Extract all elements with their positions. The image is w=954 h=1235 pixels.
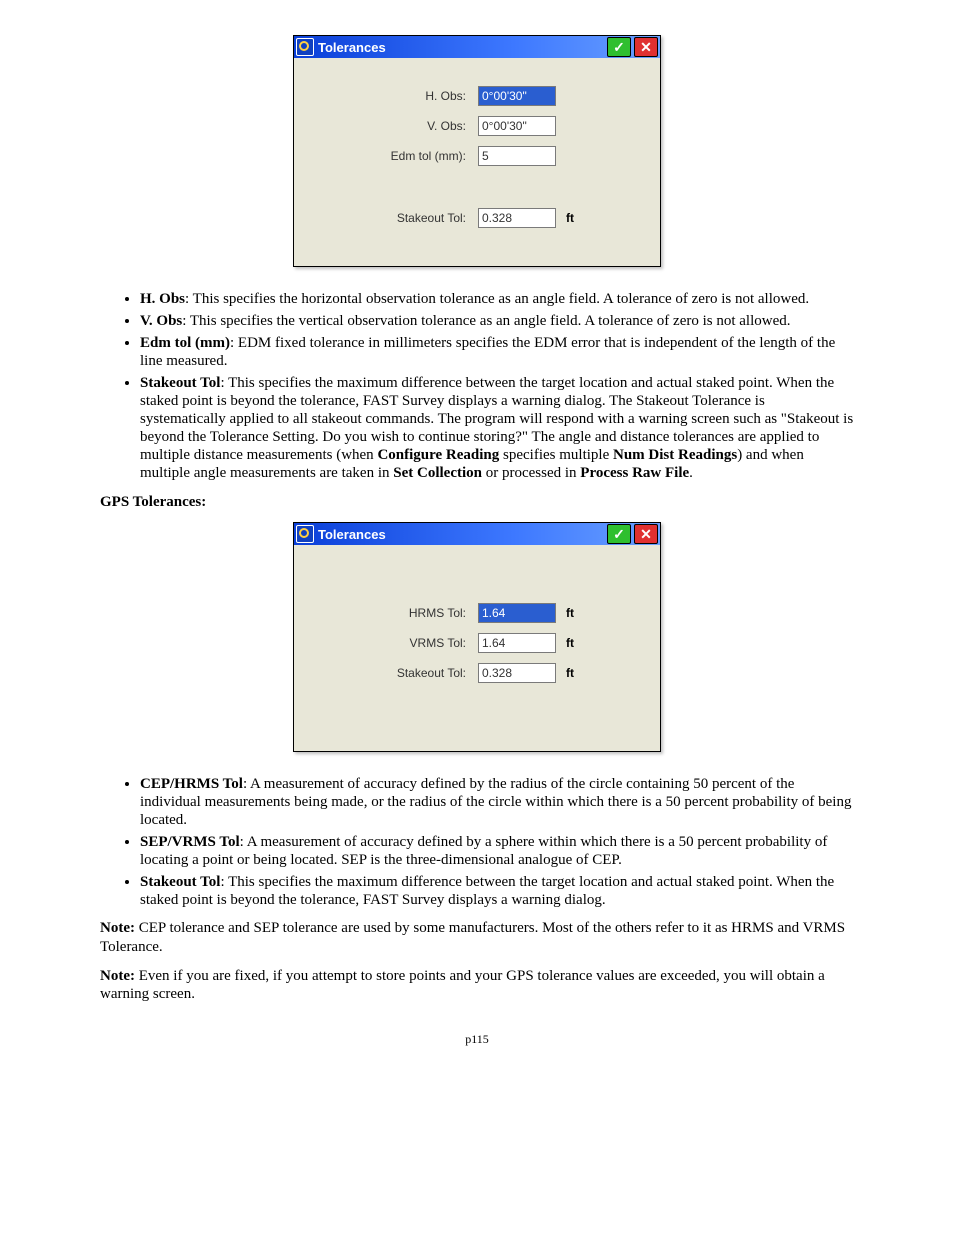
gps-tolerances-heading: GPS Tolerances: <box>100 494 854 511</box>
list-item: Edm tol (mm): EDM fixed tolerance in mil… <box>140 334 854 370</box>
list-item: H. Obs: This specifies the horizontal ob… <box>140 290 854 308</box>
bullets-1: H. Obs: This specifies the horizontal ob… <box>100 290 854 482</box>
dialog-body: H. Obs: 0°00'30" V. Obs: 0°00'30" Edm to… <box>294 58 660 266</box>
list-item: V. Obs: This specifies the vertical obse… <box>140 312 854 330</box>
vrms-tol-label: VRMS Tol: <box>306 636 478 650</box>
h-obs-input[interactable]: 0°00'30" <box>478 86 556 106</box>
v-obs-label: V. Obs: <box>306 119 478 133</box>
stakeout-tol-label: Stakeout Tol: <box>306 211 478 225</box>
bullets-2: CEP/HRMS Tol: A measurement of accuracy … <box>100 775 854 909</box>
ok-button[interactable]: ✓ <box>607 524 631 544</box>
note-1: Note: CEP tolerance and SEP tolerance ar… <box>100 919 854 957</box>
vrms-tol-input[interactable]: 1.64 <box>478 633 556 653</box>
page-number: p115 <box>25 1032 929 1047</box>
stakeout-tol-input[interactable]: 0.328 <box>478 208 556 228</box>
vrms-tol-unit: ft <box>566 636 574 650</box>
cancel-button[interactable]: ✕ <box>634 37 658 57</box>
list-item: Stakeout Tol: This specifies the maximum… <box>140 873 854 909</box>
hrms-tol-label: HRMS Tol: <box>306 606 478 620</box>
list-item: Stakeout Tol: This specifies the maximum… <box>140 374 854 482</box>
v-obs-input[interactable]: 0°00'30" <box>478 116 556 136</box>
dialog-body: HRMS Tol: 1.64 ft VRMS Tol: 1.64 ft Stak… <box>294 545 660 751</box>
edm-tol-label: Edm tol (mm): <box>306 149 478 163</box>
dialog-title: Tolerances <box>318 40 604 55</box>
stakeout-tol-label-2: Stakeout Tol: <box>306 666 478 680</box>
edm-tol-input[interactable]: 5 <box>478 146 556 166</box>
app-icon <box>296 525 314 543</box>
stakeout-tol-unit-2: ft <box>566 666 574 680</box>
tolerances-dialog-2: Tolerances ✓ ✕ HRMS Tol: 1.64 ft VRMS To… <box>293 522 661 752</box>
tolerances-dialog-1: Tolerances ✓ ✕ H. Obs: 0°00'30" V. Obs: … <box>293 35 661 267</box>
stakeout-tol-unit: ft <box>566 211 574 225</box>
stakeout-tol-input-2[interactable]: 0.328 <box>478 663 556 683</box>
note-2: Note: Even if you are fixed, if you atte… <box>100 967 854 1005</box>
ok-button[interactable]: ✓ <box>607 37 631 57</box>
dialog-title: Tolerances <box>318 527 604 542</box>
app-icon <box>296 38 314 56</box>
hrms-tol-unit: ft <box>566 606 574 620</box>
list-item: CEP/HRMS Tol: A measurement of accuracy … <box>140 775 854 829</box>
list-item: SEP/VRMS Tol: A measurement of accuracy … <box>140 833 854 869</box>
titlebar: Tolerances ✓ ✕ <box>294 523 660 545</box>
hrms-tol-input[interactable]: 1.64 <box>478 603 556 623</box>
titlebar: Tolerances ✓ ✕ <box>294 36 660 58</box>
cancel-button[interactable]: ✕ <box>634 524 658 544</box>
h-obs-label: H. Obs: <box>306 89 478 103</box>
